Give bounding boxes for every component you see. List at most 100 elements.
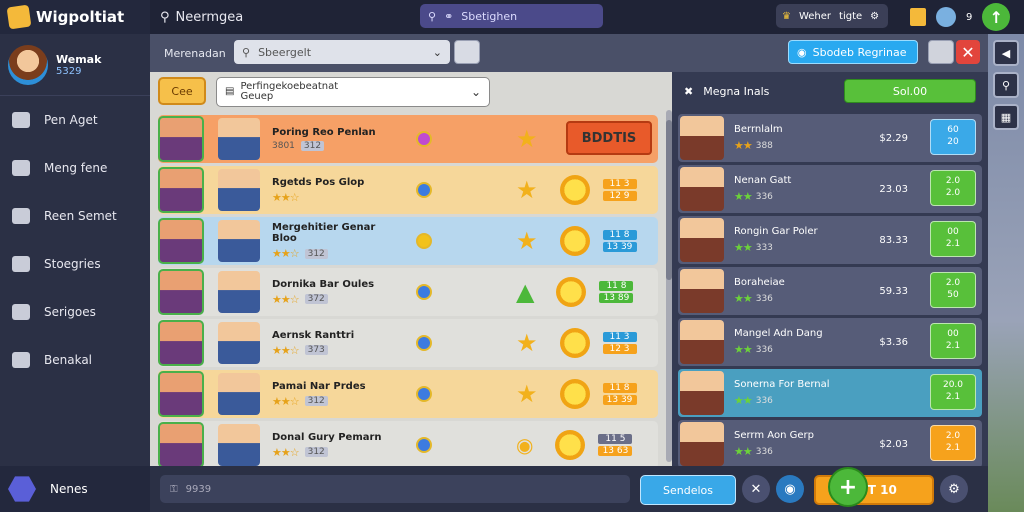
price-box[interactable]: 2.0 2.1 (930, 425, 976, 461)
sidebar: Wemak 5329 Pen Aget Meng fene Reen Semet… (0, 34, 150, 512)
sidebar-item-5[interactable]: Serigoes (0, 288, 150, 336)
gem-icon (416, 131, 432, 147)
hero-portrait (680, 320, 724, 364)
add-button[interactable]: + (828, 467, 868, 507)
rating-stars: ★★ (734, 343, 753, 356)
filter-bar: Cee ▤ Perfingekoebeatnat Geuep ⌄ (158, 77, 490, 107)
rating-stars: ★★ (734, 292, 753, 305)
price-top: 00 (947, 329, 959, 340)
search-input[interactable]: ⚲ Sbeergelt ⌄ (234, 40, 450, 64)
price-box[interactable]: 11 5 13 63 (595, 428, 635, 462)
price-box[interactable]: 11 8 13 39 (600, 224, 640, 258)
up-arrow-icon[interactable]: ↑ (982, 3, 1011, 31)
list-item[interactable]: Nenan Gatt ★★ 336 23.03 2.0 2.0 (678, 165, 982, 213)
price-top: 20.0 (942, 380, 964, 391)
chevron-down-icon: ⌄ (432, 45, 442, 59)
price-bottom: 2.1 (945, 341, 961, 351)
right-panel-button[interactable]: Sol.00 (844, 79, 976, 103)
sort-select[interactable]: ▤ Perfingekoebeatnat Geuep ⌄ (216, 77, 490, 107)
star-icon: ★ (516, 380, 538, 408)
list-item-selected[interactable]: Sonerna For Bernal ★★ 336 20.0 2.1 (678, 369, 982, 417)
item-rating: 336 (755, 293, 773, 304)
star-icon: ★ (516, 125, 538, 153)
top-search[interactable]: ⚲ ⚭ Sbetighen (420, 4, 603, 28)
list-item[interactable]: Berrnlalm ★★ 388 $2.29 60 20 (678, 114, 982, 162)
sidebar-bottom-item[interactable]: Nenes (0, 466, 150, 512)
price-box[interactable]: 11 3 12 9 (600, 173, 640, 207)
user-profile[interactable]: Wemak 5329 (0, 34, 150, 96)
list-item[interactable]: Donal Gury Pemarn ★★☆ 312 ◉ 11 5 13 63 (158, 421, 658, 469)
price-box[interactable]: 2.0 2.0 (930, 170, 976, 206)
sidebar-item-2[interactable]: Meng fene (0, 144, 150, 192)
list-item[interactable]: Poring Reo Penlan 3801 312 ★ BDDTIS (158, 115, 658, 163)
price-box[interactable]: 11 8 13 89 (596, 275, 636, 309)
list-item[interactable]: Rongin Gar Poler ★★ 333 83.33 00 2.1 (678, 216, 982, 264)
user-name: Wemak (56, 52, 102, 66)
price-box[interactable]: 00 2.1 (930, 221, 976, 257)
hero-portrait (680, 269, 724, 313)
item-name: Poring Reo Penlan (272, 127, 376, 138)
sidebar-item-4[interactable]: Stoegries (0, 240, 150, 288)
close-button[interactable]: ✕ (956, 40, 980, 64)
action-button[interactable]: ◉ Sbodeb Regrinae (788, 40, 918, 64)
price-box[interactable]: 20.0 2.1 (930, 374, 976, 410)
avatar[interactable] (936, 7, 956, 27)
item-name: Sonerna For Bernal (734, 379, 830, 390)
gem-icon (416, 182, 432, 198)
list-item[interactable]: Serrm Aon Gerp ★★ 336 $2.03 2.0 2.1 (678, 420, 982, 468)
list-item[interactable]: Dornika Bar Oules ★★☆ 372 ▲ 11 8 13 89 (158, 268, 658, 316)
search-placeholder: Sbeergelt (258, 45, 312, 59)
list-item[interactable]: Mangel Adn Dang ★★ 336 $3.36 00 2.1 (678, 318, 982, 366)
buy-button[interactable]: BDDTIS (566, 121, 652, 155)
list-item[interactable]: Aernsk Ranttri ★★☆ 373 ★ 11 3 12 3 (158, 319, 658, 367)
item-value: 23.03 (879, 183, 908, 195)
sidebar-toggle-button[interactable]: ◀ (993, 40, 1019, 66)
shield-button[interactable]: ◉ (776, 475, 804, 503)
list-item[interactable]: Boraheiae ★★ 336 59.33 2.0 50 (678, 267, 982, 315)
settings-button[interactable]: ⚙ (940, 475, 968, 503)
rating-stars: ★★ (734, 139, 753, 152)
notebook-icon (6, 4, 32, 30)
filter-toggle-button[interactable]: Cee (158, 77, 206, 105)
calendar-icon: ▤ (225, 85, 235, 97)
hero-avatar (218, 118, 260, 160)
list-item[interactable]: Mergehitier Genar Bloo ★★☆ 312 ★ 11 8 13 3… (158, 217, 658, 265)
avatar (8, 44, 48, 85)
map-button[interactable]: ⚲ (993, 72, 1019, 98)
hero-portrait (680, 422, 724, 466)
price-box[interactable]: 11 8 13 39 (600, 377, 640, 411)
hero-portrait (680, 167, 724, 211)
globe-icon: ◉ (797, 45, 807, 59)
send-button[interactable]: Sendelos (640, 475, 736, 505)
cancel-button[interactable]: ✕ (742, 475, 770, 503)
sun-icon (559, 328, 590, 358)
price-top: 11 3 (602, 179, 637, 189)
book-icon[interactable] (910, 8, 926, 26)
price-bottom: 13 39 (602, 242, 637, 252)
sidebar-item-1[interactable]: Pen Aget (0, 96, 150, 144)
price-box[interactable]: 00 2.1 (930, 323, 976, 359)
price-bottom: 13 39 (602, 395, 637, 405)
sidebar-item-label: Stoegries (44, 257, 101, 271)
gem-icon (416, 437, 432, 453)
chat-input[interactable]: ⚿ 9939 (160, 475, 630, 503)
grid-button[interactable]: ▦ (993, 104, 1019, 130)
save-button[interactable] (928, 40, 954, 64)
sidebar-item-3[interactable]: Reen Semet (0, 192, 150, 240)
list-item[interactable]: Pamai Nar Prdes ★★☆ 312 ★ 11 8 13 39 (158, 370, 658, 418)
rating-stars: ★★☆ (272, 247, 300, 260)
price-top: 00 (947, 227, 959, 238)
hero-avatar (218, 169, 260, 211)
price-box[interactable]: 60 20 (930, 119, 976, 155)
sidebar-item-6[interactable]: Benakal (0, 336, 150, 384)
gear-icon: ⚙ (948, 481, 960, 497)
shield-icon: ◉ (784, 481, 796, 497)
hero-portrait (158, 269, 204, 315)
filter-button[interactable] (454, 40, 480, 64)
price-box[interactable]: 11 3 12 3 (600, 326, 640, 360)
list-item[interactable]: Rgetds Pos Glop ★★☆ ★ 11 3 12 9 (158, 166, 658, 214)
currency-display[interactable]: ♛ Weher tigte ⚙ (776, 4, 888, 28)
price-box[interactable]: 2.0 50 (930, 272, 976, 308)
screen-title: ⚲ Neermgea (160, 10, 243, 25)
image-icon (12, 256, 30, 272)
